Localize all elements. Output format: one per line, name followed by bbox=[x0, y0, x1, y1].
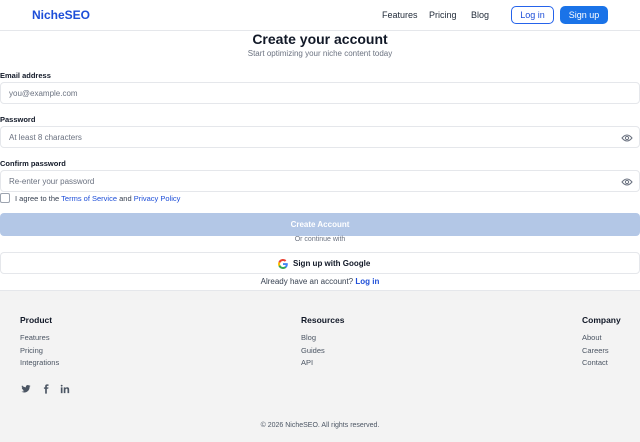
login-link[interactable]: Log in bbox=[355, 277, 379, 286]
nav-features[interactable]: Features bbox=[382, 10, 418, 20]
site-footer: Product Features Pricing Integrations Re… bbox=[0, 290, 640, 442]
footer-heading: Product bbox=[20, 315, 53, 325]
footer-link-integrations[interactable]: Integrations bbox=[20, 357, 59, 370]
privacy-link[interactable]: Privacy Policy bbox=[134, 194, 181, 203]
terms-checkbox[interactable] bbox=[0, 193, 10, 203]
footer-link-features[interactable]: Features bbox=[20, 332, 59, 345]
have-account-text: Already have an account? Log in bbox=[0, 277, 640, 286]
eye-icon[interactable] bbox=[621, 177, 633, 187]
footer-resources: Resources Blog Guides API bbox=[301, 315, 344, 370]
linkedin-icon[interactable] bbox=[60, 384, 70, 394]
facebook-icon[interactable] bbox=[41, 384, 51, 394]
email-placeholder: you@example.com bbox=[9, 89, 78, 98]
password-label: Password bbox=[0, 115, 36, 124]
terms-agreement: I agree to the Terms of Service and Priv… bbox=[15, 194, 180, 203]
google-icon bbox=[278, 259, 288, 269]
google-signup-button[interactable]: Sign up with Google bbox=[0, 252, 640, 274]
nav-blog[interactable]: Blog bbox=[471, 10, 489, 20]
twitter-icon[interactable] bbox=[21, 384, 31, 394]
confirm-password-placeholder: Re-enter your password bbox=[9, 177, 95, 186]
footer-company: Company About Careers Contact bbox=[582, 315, 621, 370]
footer-link-about[interactable]: About bbox=[582, 332, 621, 345]
footer-link-guides[interactable]: Guides bbox=[301, 345, 344, 358]
email-field[interactable]: you@example.com bbox=[0, 82, 640, 104]
create-account-button[interactable]: Create Account bbox=[0, 213, 640, 236]
logo[interactable]: NicheSEO bbox=[32, 8, 90, 22]
terms-link[interactable]: Terms of Service bbox=[61, 194, 117, 203]
confirm-password-field[interactable]: Re-enter your password bbox=[0, 170, 640, 192]
confirm-password-label: Confirm password bbox=[0, 159, 66, 168]
footer-link-api[interactable]: API bbox=[301, 357, 344, 370]
footer-heading: Company bbox=[582, 315, 621, 325]
site-header: NicheSEO Features Pricing Blog Log in Si… bbox=[0, 0, 640, 31]
eye-icon[interactable] bbox=[621, 133, 633, 143]
signup-button[interactable]: Sign up bbox=[560, 6, 608, 24]
page-title: Create your account bbox=[252, 31, 388, 47]
footer-heading: Resources bbox=[301, 315, 345, 325]
google-signup-label: Sign up with Google bbox=[293, 259, 371, 268]
footer-product: Product Features Pricing Integrations bbox=[20, 315, 59, 370]
agree-prefix: I agree to the bbox=[15, 194, 60, 203]
page-subtitle: Start optimizing your niche content toda… bbox=[247, 49, 393, 58]
email-label: Email address bbox=[0, 71, 51, 80]
copyright: © 2026 NicheSEO. All rights reserved. bbox=[260, 422, 380, 429]
footer-link-careers[interactable]: Careers bbox=[582, 345, 621, 358]
footer-link-blog[interactable]: Blog bbox=[301, 332, 344, 345]
footer-link-contact[interactable]: Contact bbox=[582, 357, 621, 370]
password-field[interactable]: At least 8 characters bbox=[0, 126, 640, 148]
password-placeholder: At least 8 characters bbox=[9, 133, 82, 142]
login-button[interactable]: Log in bbox=[511, 6, 554, 24]
agree-and: and bbox=[119, 194, 132, 203]
footer-link-pricing[interactable]: Pricing bbox=[20, 345, 59, 358]
have-account-prefix: Already have an account? bbox=[260, 277, 354, 286]
or-divider-text: Or continue with bbox=[294, 236, 346, 243]
nav-pricing[interactable]: Pricing bbox=[429, 10, 457, 20]
